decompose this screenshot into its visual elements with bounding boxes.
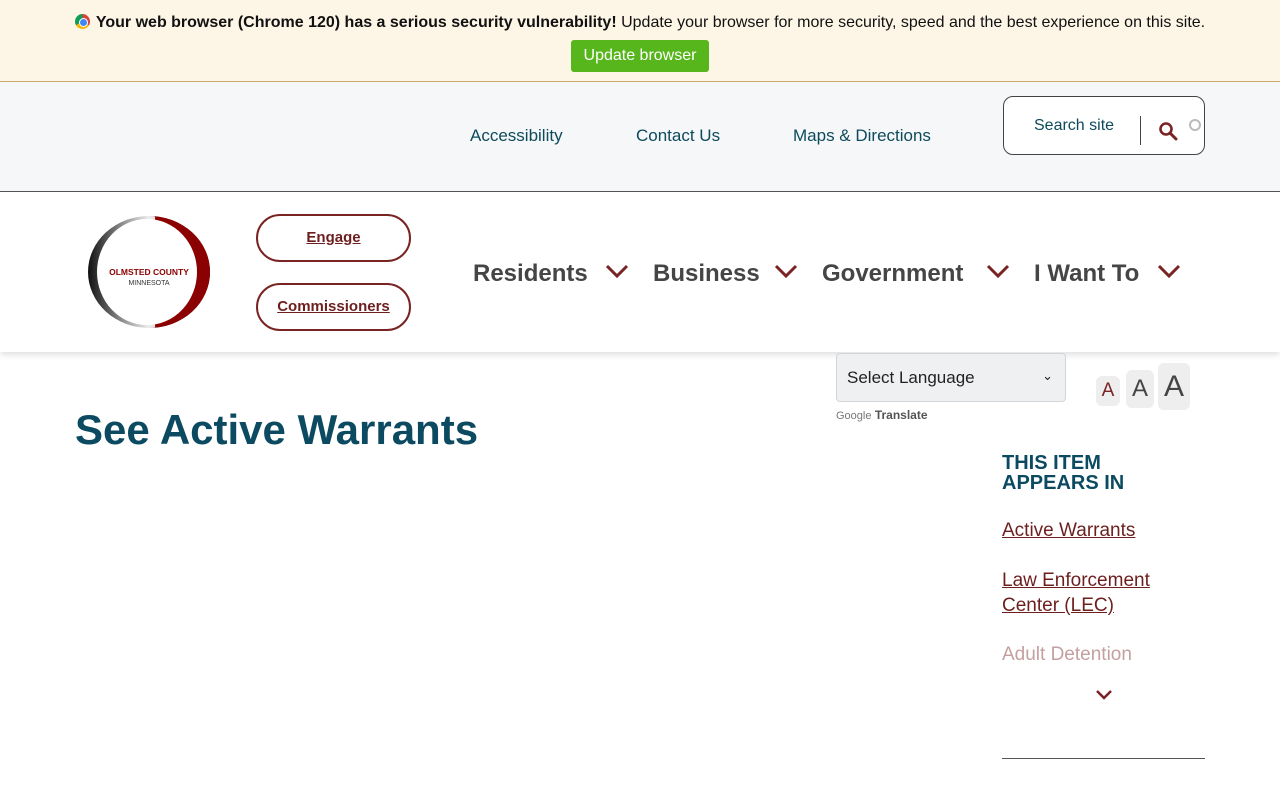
- logo-text-county: OLMSTED COUNTY: [109, 267, 189, 277]
- olmsted-county-logo[interactable]: OLMSTED COUNTY MINNESOTA: [87, 215, 211, 329]
- search-input[interactable]: Search site: [1034, 117, 1114, 135]
- browser-update-banner: Your web browser (Chrome 120) has a seri…: [0, 0, 1280, 82]
- font-size-medium-button[interactable]: A: [1126, 370, 1154, 408]
- logo-text-state: MINNESOTA: [128, 280, 169, 287]
- sidebar-link-law-enforcement-center[interactable]: Law Enforcement Center (LEC): [1002, 568, 1177, 618]
- accessibility-link[interactable]: Accessibility: [470, 126, 563, 146]
- contact-us-link[interactable]: Contact Us: [636, 126, 720, 146]
- nav-i-want-to[interactable]: I Want To: [1034, 260, 1139, 288]
- chevron-down-icon[interactable]: [986, 262, 1010, 280]
- update-browser-button[interactable]: Update browser: [571, 40, 709, 72]
- sidebar-divider: [1002, 758, 1205, 759]
- nav-business[interactable]: Business: [653, 260, 760, 288]
- browser-warning-bold: Your web browser (Chrome 120) has a seri…: [95, 14, 617, 31]
- chevron-down-icon[interactable]: [1157, 262, 1181, 280]
- sidebar-heading-line2: APPEARS IN: [1002, 472, 1125, 494]
- translate-label: Translate: [874, 408, 928, 422]
- search-divider: [1140, 116, 1141, 145]
- site-search[interactable]: Search site: [1003, 96, 1205, 155]
- google-wordmark: Google: [836, 410, 872, 422]
- language-select-value: Select Language: [847, 368, 975, 387]
- font-size-large-button[interactable]: A: [1158, 363, 1190, 410]
- font-size-small-button[interactable]: A: [1096, 376, 1120, 406]
- loading-spinner-icon: [1189, 119, 1201, 131]
- google-translate-attribution[interactable]: Google Translate: [836, 408, 928, 422]
- browser-warning-message: Your web browser (Chrome 120) has a seri…: [0, 14, 1280, 32]
- search-icon[interactable]: [1158, 121, 1178, 141]
- language-select[interactable]: Select Language ⌄: [836, 353, 1066, 402]
- nav-government[interactable]: Government: [822, 260, 963, 288]
- sidebar-link-active-warrants[interactable]: Active Warrants: [1002, 518, 1135, 543]
- sidebar-heading: THIS ITEM APPEARS IN: [1002, 453, 1202, 493]
- browser-warning-text: Update your browser for more security, s…: [616, 14, 1206, 31]
- utility-bar: Accessibility Contact Us Maps & Directio…: [0, 82, 1280, 192]
- page-title: See Active Warrants: [75, 406, 479, 453]
- chrome-icon: [74, 14, 90, 29]
- sidebar-heading-line1: THIS ITEM: [1002, 452, 1101, 474]
- chevron-down-icon: ⌄: [1042, 368, 1053, 383]
- engage-button[interactable]: Engage: [256, 214, 411, 262]
- sidebar-link-adult-detention[interactable]: Adult Detention: [1002, 642, 1132, 667]
- nav-residents[interactable]: Residents: [473, 260, 588, 288]
- maps-directions-link[interactable]: Maps & Directions: [793, 126, 931, 146]
- chevron-down-icon[interactable]: [774, 262, 798, 280]
- commissioners-button[interactable]: Commissioners: [256, 283, 411, 331]
- main-header: OLMSTED COUNTY MINNESOTA Engage Commissi…: [0, 192, 1280, 352]
- chevron-down-icon[interactable]: [605, 262, 629, 280]
- show-more-chevron-icon[interactable]: [1094, 688, 1114, 702]
